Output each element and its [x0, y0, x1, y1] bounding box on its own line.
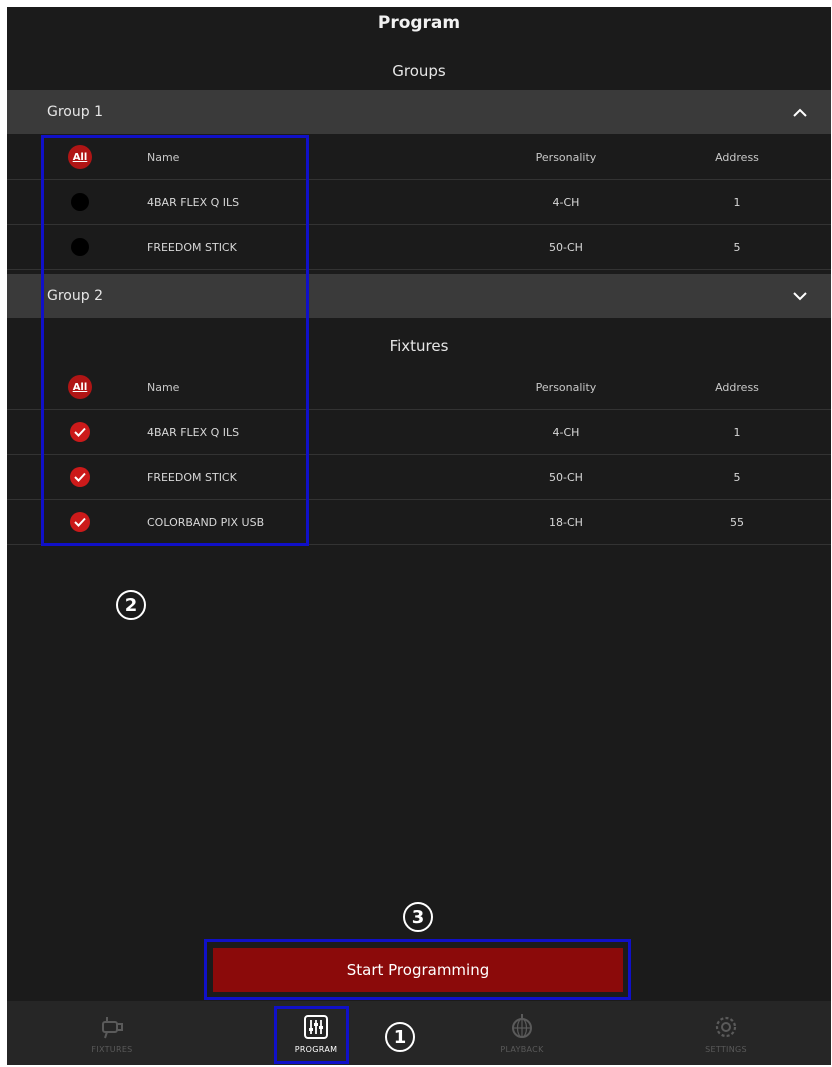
select-all-button[interactable]: All	[68, 145, 92, 169]
fixture-name: COLORBAND PIX USB	[147, 515, 265, 529]
fixture-personality: 50-CH	[549, 240, 583, 254]
select-all-button[interactable]: All	[68, 375, 92, 399]
page-title: Program	[377, 13, 461, 33]
chevron-down-icon[interactable]	[791, 287, 809, 305]
fixture-name: FREEDOM STICK	[147, 470, 237, 484]
fixture-address: 1	[733, 425, 741, 439]
tab-playback[interactable]: PLAYBACK	[462, 1001, 582, 1065]
fixture-personality: 18-CH	[549, 515, 583, 529]
fixture-icon	[102, 1016, 123, 1038]
group-2-header[interactable]: Group 2	[7, 274, 831, 318]
table-row[interactable]: 4BAR FLEX Q ILS 4-CH 1	[7, 180, 831, 225]
column-header-name: Name	[147, 380, 180, 394]
unselected-radio[interactable]	[71, 193, 89, 211]
fixture-address: 1	[733, 195, 741, 209]
table-row[interactable]: FREEDOM STICK 50-CH 5	[7, 455, 831, 500]
checkmark-icon[interactable]	[70, 512, 90, 532]
gear-icon	[715, 1016, 737, 1037]
table-row[interactable]: COLORBAND PIX USB 18-CH 55	[7, 500, 831, 545]
column-header-address: Address	[715, 380, 759, 394]
tab-playback-label: PLAYBACK	[500, 1044, 544, 1054]
fixture-address: 5	[733, 240, 741, 254]
column-header-address: Address	[715, 150, 759, 164]
group-1-table-header: All Name Personality Address	[7, 135, 831, 180]
fixtures-section-title: Fixtures	[389, 337, 449, 355]
column-header-name: Name	[147, 150, 180, 164]
bottom-tab-bar: FIXTURES PROGRAM PLAYBACK SETTINGS	[7, 1001, 831, 1065]
disco-ball-icon	[512, 1013, 532, 1038]
image-top-margin	[0, 0, 832, 7]
table-row[interactable]: FREEDOM STICK 50-CH 5	[7, 225, 831, 270]
group-1-label: Group 1	[47, 104, 103, 120]
start-programming-button[interactable]: Start Programming	[213, 948, 623, 992]
chevron-up-icon[interactable]	[791, 103, 809, 121]
checkmark-icon[interactable]	[70, 467, 90, 487]
tab-program[interactable]: PROGRAM	[256, 1001, 376, 1065]
fixture-name: FREEDOM STICK	[147, 240, 237, 254]
tab-fixtures-label: FIXTURES	[91, 1044, 133, 1054]
unselected-radio[interactable]	[71, 238, 89, 256]
checkmark-icon[interactable]	[70, 422, 90, 442]
fixture-personality: 4-CH	[552, 195, 580, 209]
column-header-personality: Personality	[535, 380, 597, 394]
annotation-marker-3: 3	[403, 902, 433, 932]
fixtures-table-header: All Name Personality Address	[7, 365, 831, 410]
tab-fixtures[interactable]: FIXTURES	[52, 1001, 172, 1065]
fixture-personality: 4-CH	[552, 425, 580, 439]
annotation-marker-1: 1	[385, 1022, 415, 1052]
group-2-label: Group 2	[47, 288, 103, 304]
tab-settings-label: SETTINGS	[705, 1044, 747, 1054]
column-header-personality: Personality	[535, 150, 597, 164]
groups-section-title: Groups	[392, 62, 446, 80]
fixture-personality: 50-CH	[549, 470, 583, 484]
tab-settings[interactable]: SETTINGS	[666, 1001, 786, 1065]
table-row[interactable]: 4BAR FLEX Q ILS 4-CH 1	[7, 410, 831, 455]
fixture-address: 5	[733, 470, 741, 484]
fixture-name: 4BAR FLEX Q ILS	[147, 195, 240, 209]
sliders-icon	[304, 1014, 328, 1039]
annotation-marker-2: 2	[116, 590, 146, 620]
fixture-address: 55	[730, 515, 744, 529]
group-1-header[interactable]: Group 1	[7, 90, 831, 134]
fixture-name: 4BAR FLEX Q ILS	[147, 425, 240, 439]
tab-program-label: PROGRAM	[294, 1044, 338, 1054]
